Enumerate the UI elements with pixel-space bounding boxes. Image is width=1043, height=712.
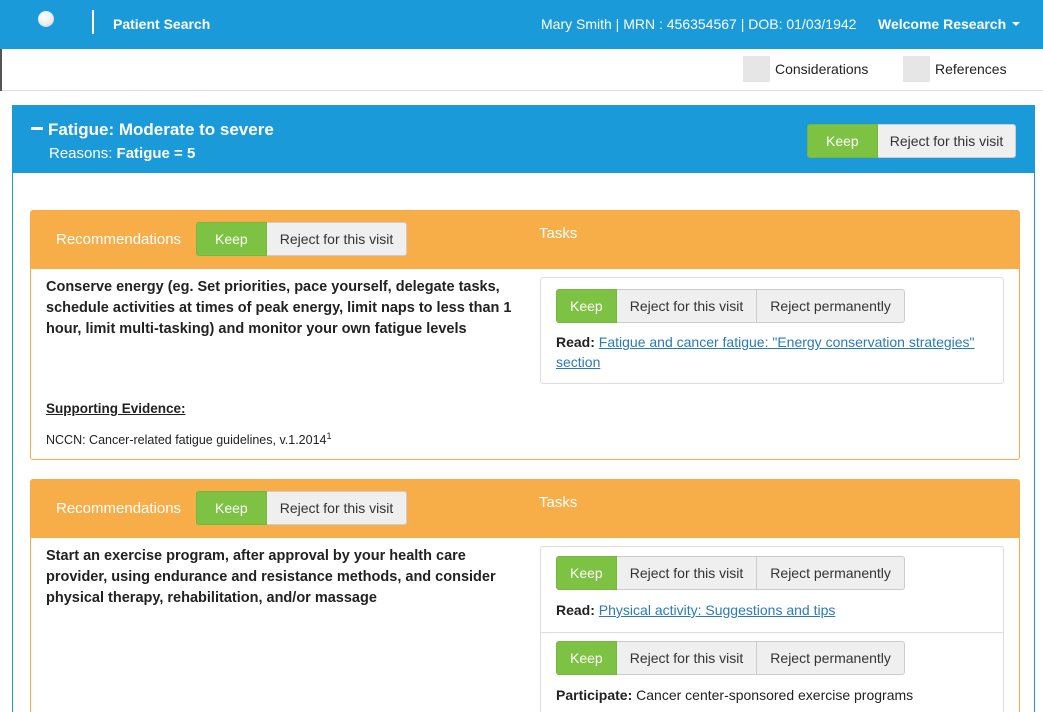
keep-button[interactable]: Keep — [556, 641, 617, 675]
task-box: Keep Reject for this visit Reject perman… — [540, 546, 1004, 712]
recommendation-text: Start an exercise program, after approva… — [46, 548, 496, 606]
task-item: Keep Reject for this visit Reject perman… — [541, 547, 1003, 632]
user-menu-label: Welcome Research — [878, 16, 1007, 32]
card-header: Recommendations Keep Reject for this vis… — [31, 480, 1019, 538]
logo-icon[interactable] — [38, 11, 54, 27]
reasons-value: Fatigue = 5 — [116, 145, 196, 162]
task-action-label: Read: — [556, 334, 595, 350]
left-border — [0, 49, 2, 91]
recommendations-label: Recommendations — [56, 500, 182, 517]
recommendation-action-group: Keep Reject for this visit — [196, 491, 408, 525]
reject-visit-button[interactable]: Reject for this visit — [616, 289, 758, 323]
supporting-evidence-text: NCCN: Cancer-related fatigue guidelines,… — [46, 431, 332, 447]
reject-visit-button[interactable]: Reject for this visit — [266, 491, 408, 525]
recommendation-action-group: Keep Reject for this visit — [196, 222, 408, 256]
keep-button[interactable]: Keep — [196, 491, 267, 525]
collapse-icon[interactable] — [31, 127, 43, 130]
navbar-divider — [92, 10, 94, 34]
task-action-group: Keep Reject for this visit Reject perman… — [556, 289, 905, 323]
panel-action-group: Keep Reject for this visit — [807, 124, 1017, 158]
supporting-evidence-title: Supporting Evidence: — [46, 401, 186, 416]
task-item: Keep Reject for this visit Reject perman… — [541, 278, 1003, 383]
keep-button[interactable]: Keep — [556, 289, 617, 323]
recommendation-card: Recommendations Keep Reject for this vis… — [30, 210, 1020, 460]
references-icon — [903, 56, 930, 82]
task-text: Read: Fatigue and cancer fatigue: "Energ… — [556, 332, 986, 372]
considerations-button[interactable]: Considerations — [743, 56, 868, 82]
reject-visit-button[interactable]: Reject for this visit — [616, 641, 758, 675]
panel-reasons: Reasons: Fatigue = 5 — [49, 145, 195, 162]
task-action-group: Keep Reject for this visit Reject perman… — [556, 556, 905, 590]
considerations-label: Considerations — [775, 61, 869, 77]
reject-permanently-button[interactable]: Reject permanently — [757, 556, 905, 590]
keep-button[interactable]: Keep — [196, 222, 267, 256]
sub-toolbar: Considerations References — [0, 49, 1043, 91]
task-action-label: Participate: — [556, 687, 633, 703]
evidence-footnote[interactable]: 1 — [326, 431, 331, 441]
panel-title[interactable]: Fatigue: Moderate to severe — [31, 120, 274, 140]
panel-header: Fatigue: Moderate to severe Reasons: Fat… — [13, 106, 1034, 173]
card-header: Recommendations Keep Reject for this vis… — [31, 211, 1019, 269]
reasons-label: Reasons: — [49, 145, 113, 162]
recommendations-label: Recommendations — [56, 231, 182, 248]
task-link[interactable]: Fatigue and cancer fatigue: "Energy cons… — [556, 334, 975, 370]
fatigue-panel: Fatigue: Moderate to severe Reasons: Fat… — [12, 105, 1035, 712]
caret-down-icon — [1012, 22, 1021, 26]
keep-button[interactable]: Keep — [556, 556, 617, 590]
references-label: References — [935, 61, 1007, 77]
reject-permanently-button[interactable]: Reject permanently — [757, 289, 905, 323]
tasks-label: Tasks — [539, 494, 578, 511]
patient-search-link[interactable]: Patient Search — [113, 16, 210, 32]
user-menu[interactable]: Welcome Research — [878, 16, 1021, 32]
panel-title-text: Fatigue: Moderate to severe — [48, 120, 274, 139]
task-text: Read: Physical activity: Suggestions and… — [556, 600, 986, 620]
considerations-icon — [743, 56, 770, 82]
task-link[interactable]: Physical activity: Suggestions and tips — [599, 602, 836, 618]
evidence-citation: NCCN: Cancer-related fatigue guidelines,… — [46, 433, 327, 448]
recommendation-card: Recommendations Keep Reject for this vis… — [30, 479, 1020, 712]
task-item: Keep Reject for this visit Reject perman… — [541, 633, 1003, 712]
reject-visit-button[interactable]: Reject for this visit — [266, 222, 408, 256]
recommendation-text: Conserve energy (eg. Set priorities, pac… — [46, 279, 512, 337]
keep-button[interactable]: Keep — [807, 124, 878, 158]
task-box: Keep Reject for this visit Reject perman… — [540, 277, 1004, 384]
task-action-label: Read: — [556, 602, 595, 618]
top-navbar: Patient Search Mary Smith | MRN : 456354… — [0, 0, 1043, 49]
tasks-label: Tasks — [539, 225, 578, 242]
references-button[interactable]: References — [903, 56, 1007, 82]
task-action-group: Keep Reject for this visit Reject perman… — [556, 641, 905, 675]
task-description: Cancer center-sponsored exercise program… — [636, 687, 914, 703]
reject-permanently-button[interactable]: Reject permanently — [757, 641, 905, 675]
reject-visit-button[interactable]: Reject for this visit — [877, 124, 1017, 158]
task-text: Participate: Cancer center-sponsored exe… — [556, 685, 986, 705]
patient-info: Mary Smith | MRN : 456354567 | DOB: 01/0… — [541, 16, 857, 32]
reject-visit-button[interactable]: Reject for this visit — [616, 556, 758, 590]
